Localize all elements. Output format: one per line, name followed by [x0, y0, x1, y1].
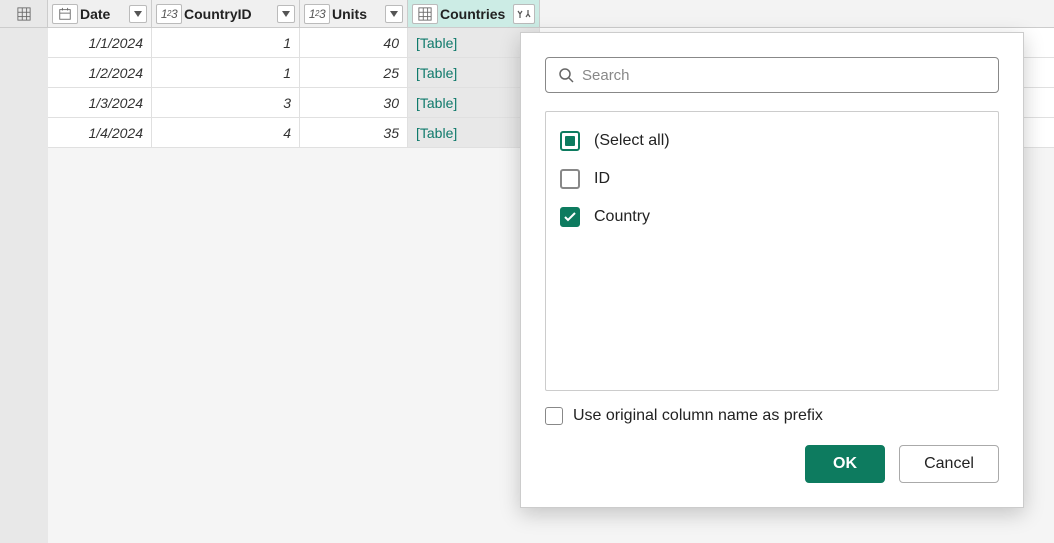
cell-date[interactable]: 1/4/2024	[48, 118, 152, 147]
check-item-id[interactable]: ID	[560, 160, 984, 198]
column-header-units[interactable]: 123 Units	[300, 0, 408, 27]
cell-units[interactable]: 30	[300, 88, 408, 117]
search-icon	[558, 67, 574, 83]
expand-columns-panel: (Select all) ID Country Use original col…	[520, 32, 1024, 508]
checkbox-unchecked-icon[interactable]	[545, 407, 563, 425]
checkbox-checked-icon[interactable]	[560, 207, 580, 227]
filter-dropdown-icon[interactable]	[277, 5, 295, 23]
check-label: ID	[594, 170, 610, 188]
cell-countryid[interactable]: 1	[152, 58, 300, 87]
cell-countryid[interactable]: 3	[152, 88, 300, 117]
ok-button[interactable]: OK	[805, 445, 885, 483]
cancel-button[interactable]: Cancel	[899, 445, 999, 483]
cell-units[interactable]: 25	[300, 58, 408, 87]
cell-units[interactable]: 35	[300, 118, 408, 147]
column-header-countryid[interactable]: 123 CountryID	[152, 0, 300, 27]
cell-date[interactable]: 1/2/2024	[48, 58, 152, 87]
prefix-option[interactable]: Use original column name as prefix	[545, 407, 999, 425]
search-input[interactable]	[582, 67, 986, 84]
button-row: OK Cancel	[545, 445, 999, 483]
table-icon	[17, 7, 31, 21]
columns-checklist: (Select all) ID Country	[545, 111, 999, 391]
checkbox-partial-icon[interactable]	[560, 131, 580, 151]
table-type-icon	[412, 4, 438, 24]
column-label: Date	[80, 6, 125, 22]
column-label: CountryID	[184, 6, 273, 22]
prefix-label: Use original column name as prefix	[573, 407, 823, 425]
cell-date[interactable]: 1/3/2024	[48, 88, 152, 117]
check-item-country[interactable]: Country	[560, 198, 984, 236]
row-number-gutter	[0, 28, 48, 543]
select-all-corner[interactable]	[0, 0, 48, 27]
number-type-icon: 123	[304, 4, 330, 24]
cell-countryid[interactable]: 1	[152, 28, 300, 57]
check-label: Country	[594, 208, 650, 226]
number-type-icon: 123	[156, 4, 182, 24]
column-header-date[interactable]: Date	[48, 0, 152, 27]
search-box[interactable]	[545, 57, 999, 93]
checkbox-unchecked-icon[interactable]	[560, 169, 580, 189]
column-header-countries[interactable]: Countries	[408, 0, 540, 27]
check-label: (Select all)	[594, 132, 670, 150]
header-row: Date 123 CountryID 123 Units Countries	[0, 0, 1054, 28]
filter-dropdown-icon[interactable]	[129, 5, 147, 23]
column-label: Units	[332, 6, 381, 22]
expand-column-icon[interactable]	[513, 4, 535, 24]
cell-countryid[interactable]: 4	[152, 118, 300, 147]
column-label: Countries	[440, 6, 511, 22]
cell-date[interactable]: 1/1/2024	[48, 28, 152, 57]
calendar-icon	[52, 4, 78, 24]
cell-units[interactable]: 40	[300, 28, 408, 57]
check-item-select-all[interactable]: (Select all)	[560, 122, 984, 160]
filter-dropdown-icon[interactable]	[385, 5, 403, 23]
